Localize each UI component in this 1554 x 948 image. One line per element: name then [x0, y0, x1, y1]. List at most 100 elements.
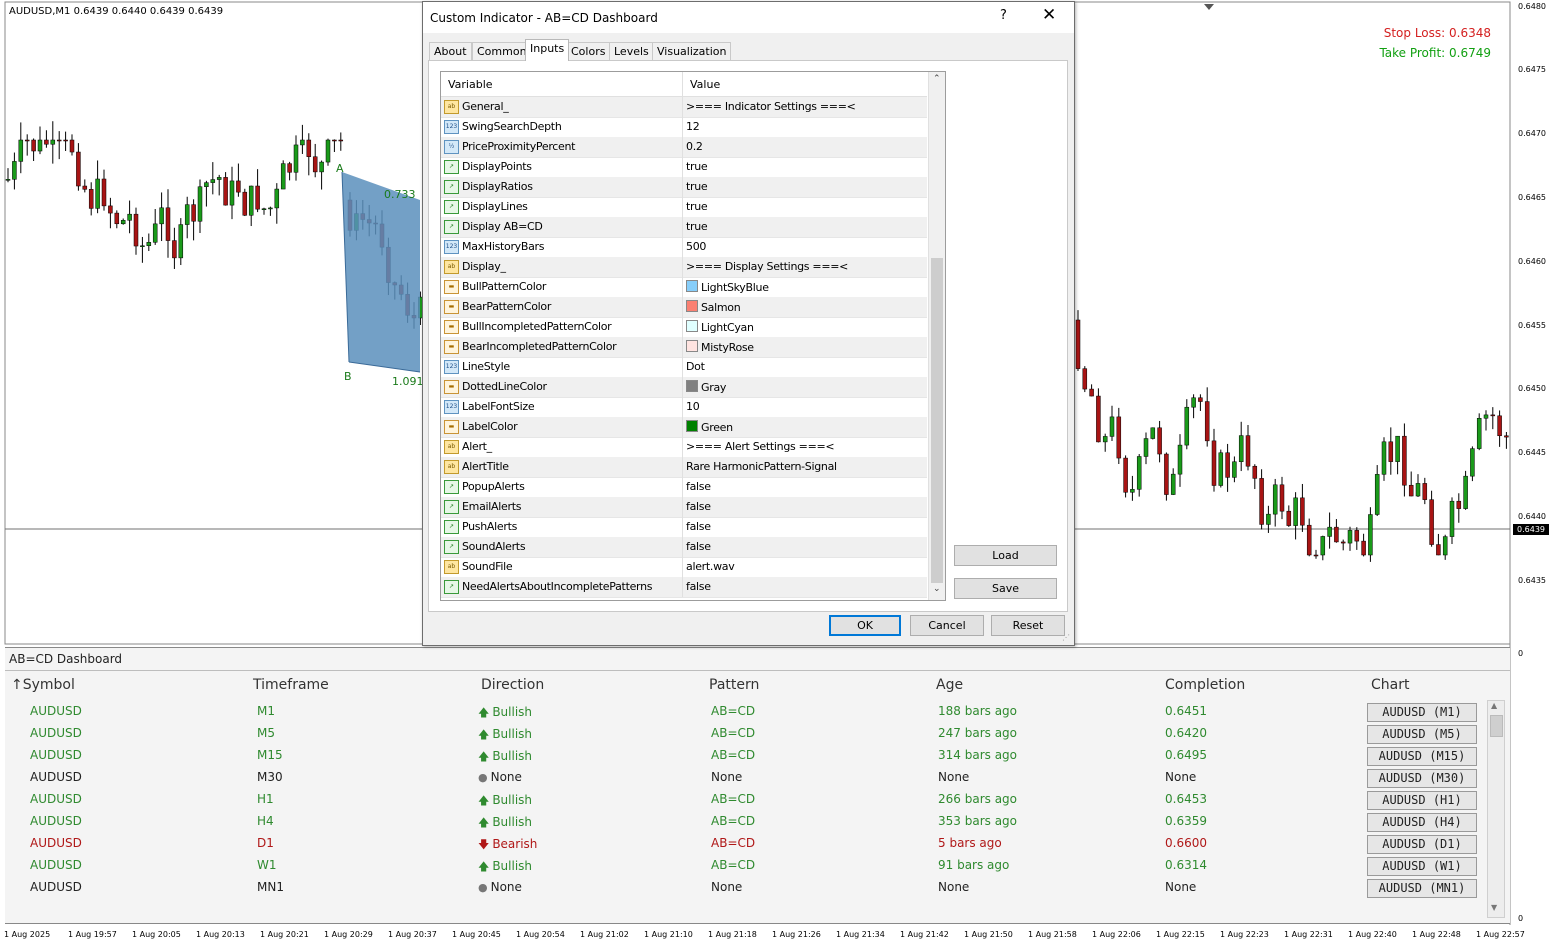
column-header-age[interactable]: Age	[936, 677, 963, 693]
input-row[interactable]: ↗ PopupAlerts false	[441, 477, 927, 498]
input-value[interactable]: Salmon	[686, 300, 741, 314]
input-row[interactable]: ↗ SoundAlerts false	[441, 537, 927, 558]
input-row[interactable]: ab Alert_ >=== Alert Settings ===<	[441, 437, 927, 458]
input-row[interactable]: ab General_ >=== Indicator Settings ===<	[441, 97, 927, 118]
input-row[interactable]: ab SoundFile alert.wav	[441, 557, 927, 578]
open-chart-button[interactable]: AUDUSD (H1)	[1367, 791, 1477, 810]
input-row[interactable]: ↗ Display AB=CD true	[441, 217, 927, 238]
input-value[interactable]: >=== Alert Settings ===<	[686, 440, 835, 453]
resize-grip-icon[interactable]: ⋰	[1062, 633, 1070, 642]
input-value[interactable]: false	[686, 520, 711, 533]
input-row[interactable]: ▬ BearIncompletedPatternColor MistyRose	[441, 337, 927, 358]
open-chart-button[interactable]: AUDUSD (M1)	[1367, 703, 1477, 722]
input-row[interactable]: 123 MaxHistoryBars 500	[441, 237, 927, 258]
input-value[interactable]: false	[686, 500, 711, 513]
input-row[interactable]: ab AlertTitle Rare HarmonicPattern-Signal	[441, 457, 927, 478]
help-button[interactable]: ?	[1000, 8, 1007, 23]
open-chart-button[interactable]: AUDUSD (D1)	[1367, 835, 1477, 854]
candle-body	[1354, 530, 1360, 542]
scroll-up-arrow-icon[interactable]: ▲	[1491, 701, 1497, 710]
tab-colors[interactable]: Colors	[566, 42, 611, 60]
ok-button[interactable]: OK	[829, 615, 901, 636]
input-value[interactable]: Green	[686, 420, 733, 434]
input-value[interactable]: false	[686, 540, 711, 553]
input-value[interactable]: false	[686, 480, 711, 493]
column-header-pattern[interactable]: Pattern	[709, 677, 759, 693]
input-row[interactable]: ↗ DisplayRatios true	[441, 177, 927, 198]
input-value-text: Rare HarmonicPattern-Signal	[686, 460, 837, 473]
input-value[interactable]: false	[686, 580, 711, 593]
grid-scroll-thumb[interactable]	[931, 258, 943, 583]
tab-common[interactable]: Common	[472, 42, 532, 60]
tab-visualization[interactable]: Visualization	[652, 42, 732, 60]
dialog-titlebar[interactable]: Custom Indicator - AB=CD Dashboard ? ✕	[423, 2, 1074, 33]
close-button[interactable]: ✕	[1042, 5, 1056, 25]
input-row[interactable]: ▬ DottedLineColor Gray	[441, 377, 927, 398]
column-header-chart[interactable]: Chart	[1371, 677, 1409, 693]
column-header-direction[interactable]: Direction	[481, 677, 544, 693]
dashboard-scrollbar[interactable]: ▲ ▼	[1487, 700, 1505, 918]
input-row[interactable]: ↗ NeedAlertsAboutIncompletePatterns false	[441, 577, 927, 598]
open-chart-button[interactable]: AUDUSD (M15)	[1367, 747, 1477, 766]
input-row[interactable]: ½ PriceProximityPercent 0.2	[441, 137, 927, 158]
column-header-timeframe[interactable]: Timeframe	[253, 677, 329, 693]
open-chart-button[interactable]: AUDUSD (W1)	[1367, 857, 1477, 876]
tab-levels[interactable]: Levels	[609, 42, 654, 60]
num-type-icon: 123	[444, 400, 459, 414]
tab-inputs[interactable]: Inputs	[525, 39, 570, 61]
input-value[interactable]: 500	[686, 240, 706, 253]
input-row[interactable]: 123 LabelFontSize 10	[441, 397, 927, 418]
input-row[interactable]: ↗ PushAlerts false	[441, 517, 927, 538]
input-value[interactable]: true	[686, 220, 708, 233]
input-value[interactable]: true	[686, 180, 708, 193]
input-row[interactable]: ↗ DisplayLines true	[441, 197, 927, 218]
input-value[interactable]: LightSkyBlue	[686, 280, 769, 294]
input-value[interactable]: Gray	[686, 380, 726, 394]
input-row[interactable]: 123 LineStyle Dot	[441, 357, 927, 378]
input-value[interactable]: Rare HarmonicPattern-Signal	[686, 460, 837, 473]
input-value[interactable]: true	[686, 200, 708, 213]
input-value[interactable]: Dot	[686, 360, 705, 373]
scroll-thumb[interactable]	[1490, 715, 1503, 737]
input-row[interactable]: ▬ BullPatternColor LightSkyBlue	[441, 277, 927, 298]
column-header-symbol[interactable]: ↑Symbol	[11, 677, 75, 693]
scroll-down-arrow-icon[interactable]: ▼	[1491, 903, 1497, 912]
input-row[interactable]: ab Display_ >=== Display Settings ===<	[441, 257, 927, 278]
input-value[interactable]: 12	[686, 120, 700, 133]
cancel-button[interactable]: Cancel	[910, 615, 984, 636]
input-value[interactable]: 0.2	[686, 140, 703, 153]
input-value[interactable]: true	[686, 160, 708, 173]
input-value[interactable]: >=== Indicator Settings ===<	[686, 100, 856, 113]
pattern-point-b: B	[344, 370, 352, 383]
open-chart-button[interactable]: AUDUSD (M30)	[1367, 769, 1477, 788]
open-chart-button[interactable]: AUDUSD (M5)	[1367, 725, 1477, 744]
grid-header-value[interactable]: Value	[690, 78, 720, 91]
tab-about[interactable]: About	[429, 42, 472, 60]
column-header-completion[interactable]: Completion	[1165, 677, 1245, 693]
input-value-text: true	[686, 180, 708, 193]
time-tick: 1 Aug 20:37	[388, 930, 437, 939]
time-tick: 1 Aug 21:42	[900, 930, 949, 939]
save-button[interactable]: Save	[954, 578, 1057, 599]
input-row[interactable]: ↗ EmailAlerts false	[441, 497, 927, 518]
grid-scrollbar[interactable]: ⌃ ⌄	[928, 72, 945, 600]
scroll-down-arrow-icon[interactable]: ⌄	[933, 584, 941, 594]
input-value[interactable]: >=== Display Settings ===<	[686, 260, 848, 273]
grid-header-variable[interactable]: Variable	[448, 78, 493, 91]
input-row[interactable]: 123 SwingSearchDepth 12	[441, 117, 927, 138]
reset-button[interactable]: Reset	[991, 615, 1065, 636]
open-chart-button[interactable]: AUDUSD (H4)	[1367, 813, 1477, 832]
input-row[interactable]: ▬ BullIncompletedPatternColor LightCyan	[441, 317, 927, 338]
input-value[interactable]: 10	[686, 400, 700, 413]
input-row[interactable]: ↗ DisplayPoints true	[441, 157, 927, 178]
input-value[interactable]: alert.wav	[686, 560, 735, 573]
candle-body	[223, 177, 228, 206]
open-chart-button[interactable]: AUDUSD (MN1)	[1367, 879, 1477, 898]
input-row[interactable]: ▬ LabelColor Green	[441, 417, 927, 438]
input-value[interactable]: LightCyan	[686, 320, 754, 334]
scroll-up-arrow-icon[interactable]: ⌃	[933, 74, 941, 84]
candle-body	[1320, 536, 1326, 556]
load-button[interactable]: Load	[954, 545, 1057, 566]
input-value[interactable]: MistyRose	[686, 340, 754, 354]
input-row[interactable]: ▬ BearPatternColor Salmon	[441, 297, 927, 318]
